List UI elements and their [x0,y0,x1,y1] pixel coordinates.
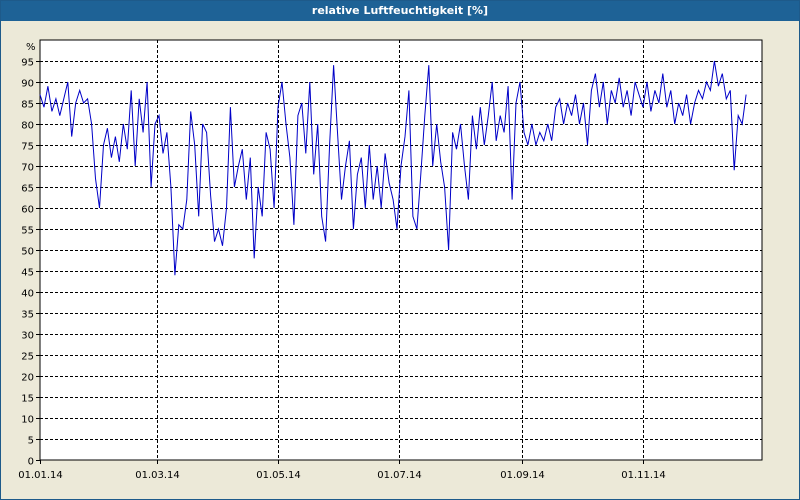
y-axis-unit-label: % [26,42,36,53]
x-tick-label: 01.01.14 [18,470,63,481]
y-tick-label: 80 [21,121,34,132]
y-tick-label: 0 [28,457,34,468]
y-tick-label: 70 [21,163,34,174]
y-tick-label: 5 [28,436,34,447]
x-tick-label: 01.03.14 [135,470,180,481]
y-tick-label: 65 [21,184,34,195]
x-axis-ticks: 01.01.14 01.03.14 01.05.14 01.07.14 01.09.14… [18,460,666,481]
x-tick-label: 01.09.14 [500,470,545,481]
y-tick-label: 40 [21,289,34,300]
y-tick-label: 15 [21,394,34,405]
y-tick-label: 35 [21,310,34,321]
x-tick-label: 01.05.14 [256,470,301,481]
y-tick-label: 60 [21,205,34,216]
y-tick-label: 95 [21,58,34,69]
y-tick-label: 25 [21,352,34,363]
y-tick-label: 55 [21,226,34,237]
y-tick-label: 10 [21,415,34,426]
y-axis-ticks: 0 5 10 15 20 25 30 35 40 45 50 55 60 65 70 75 80 85 90 95 [21,58,40,468]
y-tick-label: 50 [21,247,34,258]
x-tick-label: 01.11.14 [621,470,666,481]
y-tick-label: 90 [21,79,34,90]
y-tick-label: 30 [21,331,34,342]
x-tick-label: 01.07.14 [377,470,422,481]
y-tick-label: 75 [21,142,34,153]
y-tick-label: 20 [21,373,34,384]
y-tick-label: 45 [21,268,34,279]
chart-svg: 0 5 10 15 20 25 30 35 40 45 50 55 60 65 70 75 80 85 90 95 0… [18,39,763,481]
y-tick-label: 85 [21,100,34,111]
